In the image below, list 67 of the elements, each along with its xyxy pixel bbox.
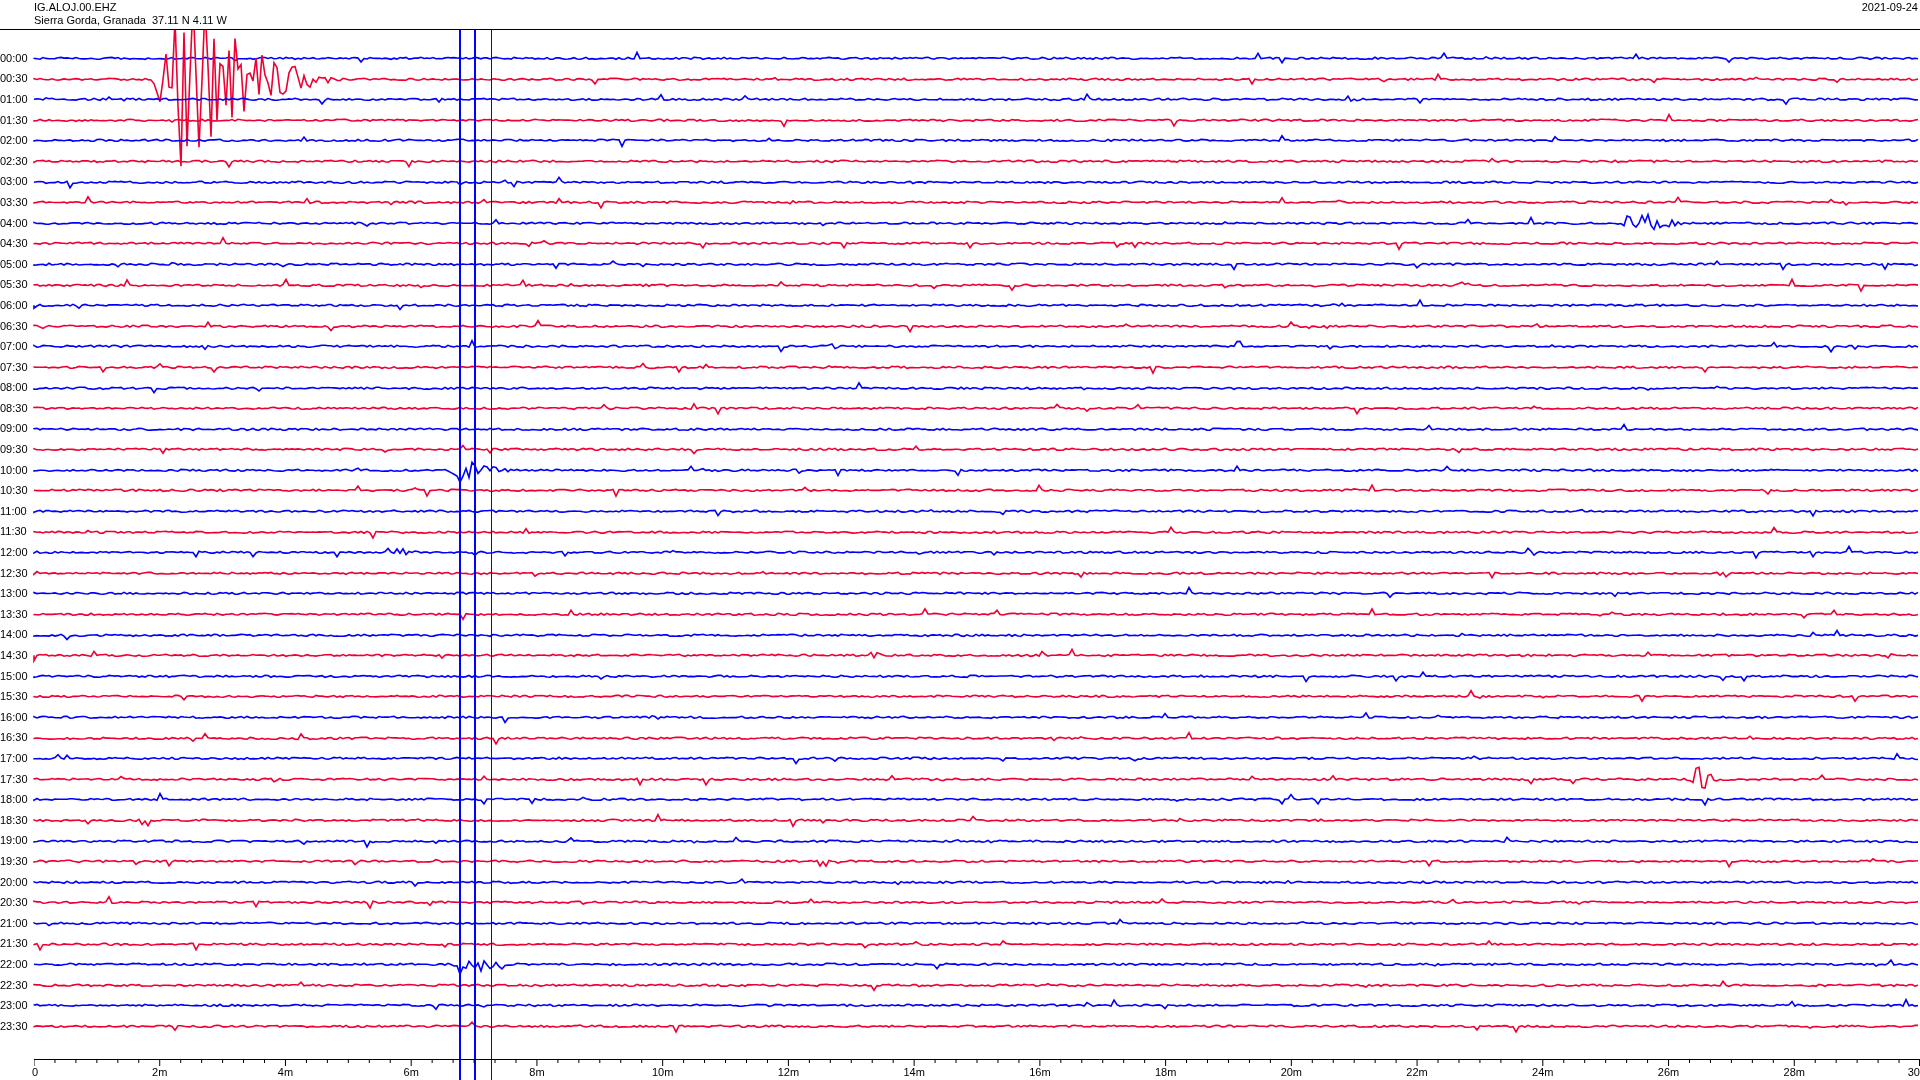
time-label: 21:30 [0, 938, 29, 950]
time-label: 07:00 [0, 341, 29, 353]
time-label: 01:00 [0, 94, 29, 105]
time-label: 22:00 [0, 958, 29, 970]
axis-tick-label: 30 [1907, 1067, 1920, 1078]
time-label: 19:30 [0, 855, 29, 867]
time-label: 16:30 [0, 732, 29, 744]
time-label: 06:30 [0, 320, 29, 332]
time-label: 15:30 [0, 691, 29, 703]
axis-tick-label: 24m [1532, 1067, 1554, 1078]
time-label: 09:00 [0, 423, 29, 435]
station-code: IG.ALOJ.00.EHZ [34, 1, 118, 14]
axis-tick-label: 14m [903, 1067, 925, 1078]
time-label: 00:30 [0, 73, 29, 85]
time-label: 22:30 [0, 979, 29, 991]
time-label: 16:00 [0, 711, 29, 723]
axis-tick-label: 26m [1657, 1067, 1680, 1078]
time-label: 05:30 [0, 279, 29, 291]
time-label: 08:00 [0, 382, 29, 394]
time-label: 21:00 [0, 917, 29, 929]
station-location: Sierra Gorda, Granada 37.11 N 4.11 W [34, 14, 227, 27]
time-label: 17:30 [0, 773, 29, 785]
axis-tick-label: 8m [529, 1067, 545, 1078]
axis-tick-label: 4m [277, 1067, 294, 1078]
time-label: 23:00 [0, 1000, 29, 1012]
time-label: 23:30 [0, 1020, 29, 1032]
time-label: 11:30 [0, 526, 28, 538]
axis-tick-label: 16m [1029, 1067, 1051, 1078]
time-label: 04:30 [0, 238, 29, 250]
axis-tick-label: 12m [777, 1067, 800, 1078]
date-label: 2021-09-24 [1861, 0, 1918, 15]
axis-tick-label: 28m [1783, 1067, 1805, 1078]
axis-tick-label: 6m [403, 1067, 419, 1078]
time-label: 06:00 [0, 299, 29, 311]
time-label: 00:00 [0, 52, 29, 64]
time-label: 05:00 [0, 258, 29, 270]
time-label: 09:30 [0, 444, 29, 456]
time-label: 20:00 [0, 876, 29, 888]
axis-tick-label: 2m [152, 1067, 168, 1078]
time-label: 04:00 [0, 217, 29, 229]
time-label: 14:00 [0, 629, 29, 641]
time-label: 02:00 [0, 135, 29, 147]
time-label: 17:00 [0, 753, 29, 764]
time-label: 18:00 [0, 794, 29, 806]
axis-tick-label: 0 [32, 1067, 39, 1078]
time-label: 11:00 [0, 505, 28, 517]
axis-tick-label: 18m [1154, 1067, 1177, 1078]
time-label: 08:30 [0, 402, 29, 414]
time-label: 03:30 [0, 196, 29, 208]
time-label: 10:30 [0, 485, 29, 497]
axis-tick-label: 10m [651, 1067, 674, 1078]
axis-tick-label: 20m [1280, 1067, 1303, 1078]
time-label: 13:00 [0, 588, 29, 600]
time-label: 13:30 [0, 608, 29, 620]
time-label: 01:30 [0, 114, 29, 126]
time-label: 12:30 [0, 567, 29, 579]
time-label: 07:30 [0, 361, 29, 373]
time-label: 20:30 [0, 897, 29, 909]
time-label: 15:00 [0, 670, 29, 682]
time-label: 19:00 [0, 835, 29, 847]
time-label: 12:00 [0, 547, 29, 559]
axis-tick-label: 22m [1406, 1067, 1428, 1078]
time-label: 02:30 [0, 155, 29, 167]
time-label: 10:00 [0, 464, 29, 476]
time-label: 03:00 [0, 176, 29, 188]
time-label: 14:30 [0, 650, 29, 661]
time-label: 18:30 [0, 814, 29, 826]
